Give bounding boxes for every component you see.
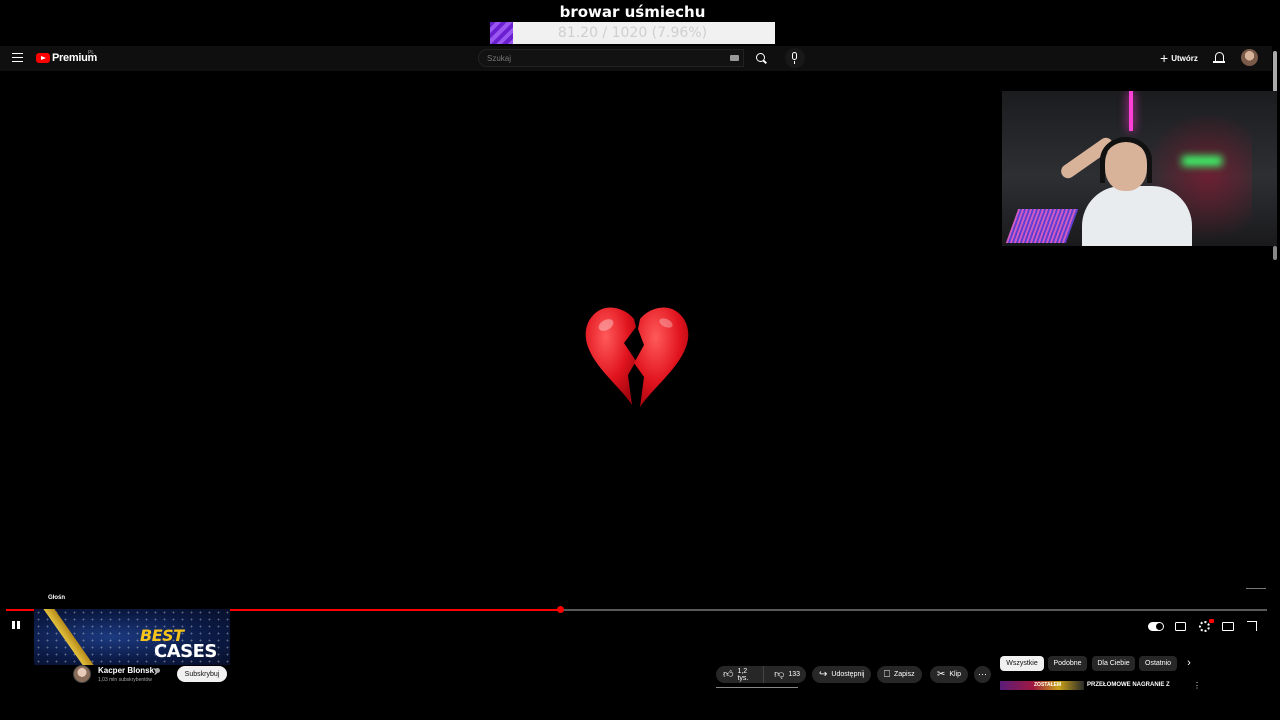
scrollbar-thumb[interactable] <box>1273 51 1277 93</box>
chip-recent[interactable]: Ostatnio <box>1139 656 1177 671</box>
broken-heart-icon <box>585 307 689 407</box>
more-actions-button[interactable]: ⋯ <box>974 666 991 683</box>
share-button[interactable]: ↪ Udostępnij <box>812 666 872 683</box>
bell-icon <box>1213 52 1225 63</box>
voice-search-button[interactable] <box>785 48 805 68</box>
settings-gear-icon[interactable] <box>1199 619 1214 632</box>
chip-all[interactable]: Wszystkie <box>1000 656 1044 671</box>
search-icon <box>756 53 765 62</box>
notifications-button[interactable] <box>1213 51 1227 65</box>
theater-mode-icon[interactable] <box>1222 622 1234 631</box>
fullscreen-icon[interactable] <box>1247 621 1257 631</box>
brand-region: PL <box>88 50 95 56</box>
scrollbar-thumb-secondary[interactable] <box>1273 246 1277 260</box>
verified-badge-icon <box>155 668 160 673</box>
webcam-streamer-body <box>1082 186 1192 246</box>
masthead: Premium PL + Utwórz <box>0 46 1272 71</box>
scissors-icon: ✂ <box>937 668 946 680</box>
plus-icon: + <box>1160 50 1169 66</box>
recommendation-thumbnail[interactable]: ZOSTAŁEM OSZUKANY <box>1000 681 1084 690</box>
dislike-count: 133 <box>788 671 800 678</box>
webcam-keyboard <box>1005 209 1079 243</box>
webcam-overlay <box>1002 91 1277 246</box>
hover-preview-thumbnail: BEST CASES <box>34 609 230 665</box>
mic-icon <box>792 52 797 64</box>
save-button[interactable]: ⎕ Zapisz <box>877 666 922 683</box>
avatar[interactable] <box>1241 49 1258 66</box>
share-label: Udostępnij <box>831 671 865 678</box>
webcam-led-strip <box>1129 91 1133 131</box>
share-icon: ↪ <box>819 668 828 680</box>
chevron-right-icon[interactable]: › <box>1182 656 1196 671</box>
recommendation-title[interactable]: PRZEŁOMOWE NAGRANIE Z <box>1087 682 1170 688</box>
search-input[interactable] <box>487 50 727 66</box>
channel-avatar[interactable] <box>73 665 91 683</box>
thumb-text-cases: CASES <box>154 641 217 662</box>
stream-goal-text: 81.20 / 1020 (7.96%) <box>557 25 708 41</box>
clip-button[interactable]: ✂ Klip <box>930 666 969 683</box>
clip-label: Klip <box>949 671 962 678</box>
thumbs-down-icon: 👎︎ <box>774 668 785 680</box>
menu-icon[interactable] <box>12 53 23 62</box>
volume-tooltip: Głośn <box>48 595 66 601</box>
dislike-button[interactable]: 👎︎ 133 <box>768 666 806 683</box>
webcam-headset <box>1100 137 1152 183</box>
like-ratio-bar <box>716 687 798 688</box>
player-hint-mark <box>1246 588 1266 589</box>
autoplay-toggle-icon[interactable] <box>1148 622 1164 631</box>
like-count: 1,2 tys. <box>737 667 749 682</box>
search-box[interactable] <box>478 49 744 67</box>
bookmark-icon: ⎕ <box>884 668 890 680</box>
keyboard-icon[interactable] <box>730 55 739 61</box>
stream-goal-title: browar uśmiechu <box>559 3 706 21</box>
recommendation-menu-icon[interactable]: ⋮ <box>1193 681 1201 690</box>
channel-name[interactable]: Kacper Blonsky <box>98 666 158 675</box>
webcam-green-light <box>1182 156 1222 166</box>
subscriber-count: 1,03 mln subskrybentów <box>98 677 152 683</box>
like-button[interactable]: 👍︎ 1,2 tys. <box>716 666 765 683</box>
thumbs-up-icon: 👍︎ <box>723 668 734 680</box>
chip-related[interactable]: Podobne <box>1048 656 1087 671</box>
youtube-logo-icon[interactable] <box>36 53 50 63</box>
save-label: Zapisz <box>894 671 915 678</box>
create-button[interactable]: + Utwórz <box>1160 50 1198 66</box>
video-scrubber-handle[interactable] <box>557 606 565 613</box>
subscribe-button[interactable]: Subskrybuj <box>177 666 227 682</box>
search-button[interactable] <box>748 48 774 68</box>
stream-goal-bar: 81.20 / 1020 (7.96%) <box>490 22 775 44</box>
create-label: Utwórz <box>1171 53 1198 63</box>
pause-icon[interactable] <box>10 619 22 632</box>
subtitles-icon[interactable] <box>1175 622 1186 631</box>
chip-for-you[interactable]: Dla Ciebie <box>1092 656 1135 671</box>
like-dislike-group: 👍︎ 1,2 tys. 👎︎ 133 <box>716 666 806 683</box>
